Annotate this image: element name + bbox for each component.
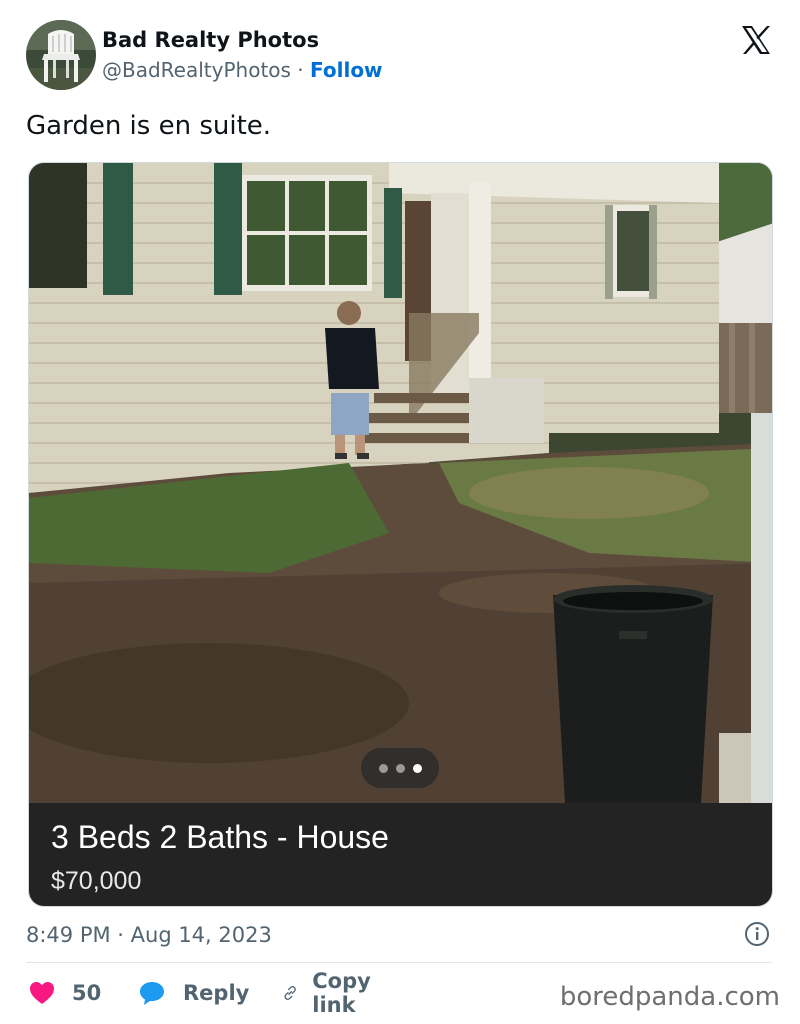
author-block: Bad Realty Photos @BadRealtyPhotos · Fol…: [102, 26, 383, 84]
reply-label: Reply: [183, 981, 250, 1005]
carousel-dot[interactable]: [379, 764, 388, 773]
carousel-dot-active[interactable]: [413, 764, 422, 773]
author-handle[interactable]: @BadRealtyPhotos: [102, 58, 291, 82]
info-icon[interactable]: [744, 921, 770, 947]
site-watermark: boredpanda.com: [559, 982, 780, 1012]
chair-avatar-icon: [26, 20, 96, 90]
copy-link-label: Copy link: [312, 969, 371, 1017]
meta-separator: ·: [297, 58, 304, 82]
listing-card: 3 Beds 2 Baths - House $70,000: [29, 803, 772, 906]
heart-icon: [30, 982, 54, 1004]
tweet-media[interactable]: 3 Beds 2 Baths - House $70,000: [28, 162, 773, 907]
like-count: 50: [72, 981, 102, 1005]
tweet-timestamp[interactable]: 8:49 PM · Aug 14, 2023: [26, 920, 272, 950]
author-avatar[interactable]: [26, 20, 96, 90]
link-icon: [284, 986, 296, 1000]
tweet-text: Garden is en suite.: [26, 111, 272, 141]
author-display-name[interactable]: Bad Realty Photos: [102, 26, 383, 54]
author-meta: @BadRealtyPhotos · Follow: [102, 56, 383, 84]
listing-photo: [29, 163, 772, 803]
carousel-dot[interactable]: [396, 764, 405, 773]
x-logo-icon[interactable]: [740, 24, 772, 56]
follow-link[interactable]: Follow: [310, 58, 383, 82]
reply-button[interactable]: Reply: [138, 975, 249, 1011]
like-button[interactable]: 50: [28, 975, 101, 1011]
listing-title: 3 Beds 2 Baths - House: [51, 819, 389, 855]
copy-link-button[interactable]: Copy link: [282, 969, 381, 1017]
carousel-indicator[interactable]: [361, 748, 439, 788]
listing-price: $70,000: [51, 867, 142, 895]
reply-bubble-icon: [140, 982, 164, 1005]
divider: [26, 962, 772, 963]
tweet-header: Bad Realty Photos @BadRealtyPhotos · Fol…: [26, 20, 786, 90]
